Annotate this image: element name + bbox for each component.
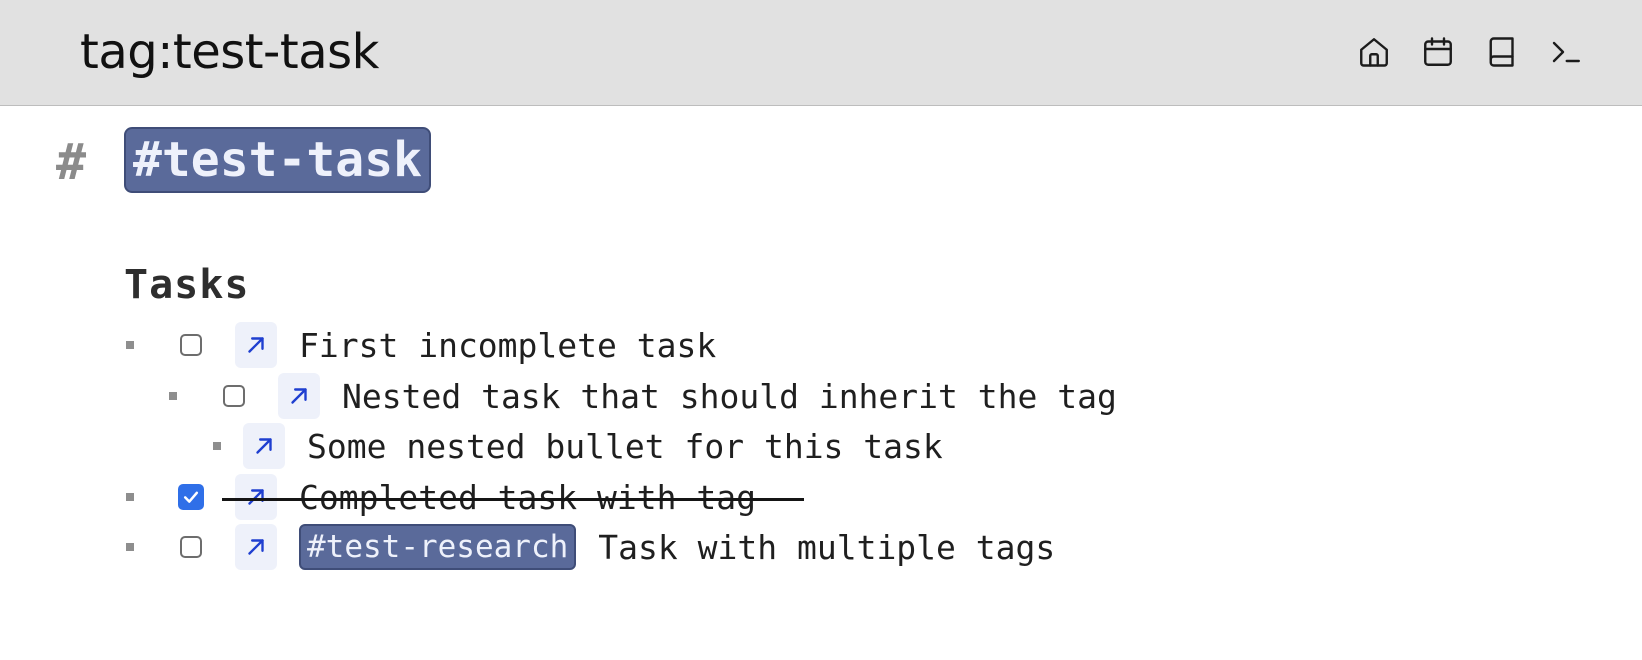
tasks-section-heading: Tasks bbox=[124, 262, 250, 308]
task-checkbox[interactable] bbox=[223, 385, 245, 407]
task-row: #test-research Task with multiple tags bbox=[126, 524, 1055, 570]
top-bar: tag:test-task bbox=[0, 0, 1642, 106]
heading-hash-mark: # bbox=[56, 133, 87, 191]
bullet-icon bbox=[213, 442, 221, 450]
task-label: Nested task that should inherit the tag bbox=[342, 376, 1117, 416]
open-link-icon[interactable] bbox=[243, 423, 285, 469]
open-link-icon[interactable] bbox=[235, 474, 277, 520]
task-checkbox[interactable] bbox=[180, 536, 202, 558]
open-link-icon[interactable] bbox=[278, 373, 320, 419]
strikethrough-line bbox=[222, 498, 804, 501]
book-icon[interactable] bbox=[1482, 32, 1522, 72]
task-checkbox-checked[interactable] bbox=[178, 484, 204, 510]
tag-heading: #test-task bbox=[124, 127, 431, 193]
open-link-icon[interactable] bbox=[235, 322, 277, 368]
task-label: First incomplete task bbox=[299, 325, 717, 365]
terminal-icon[interactable] bbox=[1546, 32, 1586, 72]
home-icon[interactable] bbox=[1354, 32, 1394, 72]
calendar-icon[interactable] bbox=[1418, 32, 1458, 72]
tag-chip[interactable]: #test-research bbox=[299, 524, 577, 570]
bullet-icon bbox=[126, 341, 134, 349]
bullet-icon bbox=[126, 493, 134, 501]
task-label: Task with multiple tags bbox=[598, 527, 1056, 567]
list-item: Some nested bullet for this task bbox=[213, 423, 943, 469]
task-label: Completed task with tag bbox=[299, 477, 756, 517]
bullet-icon bbox=[126, 543, 134, 551]
open-link-icon[interactable] bbox=[235, 524, 277, 570]
list-item-label: Some nested bullet for this task bbox=[307, 426, 943, 466]
task-checkbox[interactable] bbox=[180, 334, 202, 356]
page-title: tag:test-task bbox=[80, 24, 379, 80]
bullet-icon bbox=[169, 392, 177, 400]
task-row: Nested task that should inherit the tag bbox=[169, 373, 1117, 419]
task-row: First incomplete task bbox=[126, 322, 716, 368]
task-row: Completed task with tag bbox=[126, 474, 756, 520]
